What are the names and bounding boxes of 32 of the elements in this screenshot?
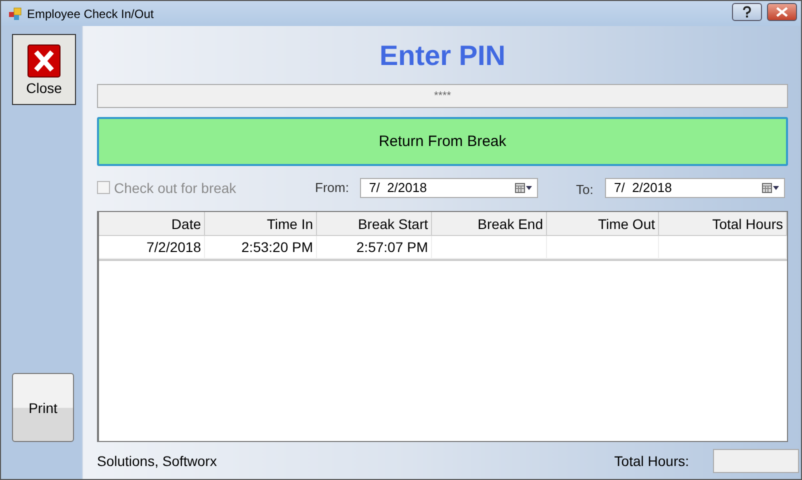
column-header[interactable]: Time Out — [547, 212, 659, 236]
return-from-break-button[interactable]: Return From Break — [97, 117, 788, 166]
checkbox-label: Check out for break — [114, 180, 236, 196]
close-window-button[interactable] — [767, 2, 797, 20]
from-label: From: — [315, 180, 350, 196]
calendar-icon — [515, 182, 533, 193]
column-header[interactable]: Total Hours — [659, 212, 787, 236]
column-header[interactable]: Break Start — [317, 212, 432, 236]
to-label: To: — [576, 182, 594, 198]
date-value: 7/ 2/2018 — [614, 180, 672, 196]
date-value: 7/ 2/2018 — [369, 180, 427, 196]
to-date-picker[interactable]: 7/ 2/2018 — [605, 178, 785, 198]
app-icon — [8, 6, 22, 20]
table-cell: 2:53:20 PM — [205, 236, 317, 259]
close-icon — [27, 44, 61, 78]
help-button[interactable] — [732, 2, 762, 20]
heading: Enter PIN — [379, 39, 506, 73]
calendar-icon — [762, 182, 780, 193]
column-header[interactable]: Time In — [205, 212, 317, 236]
column-header[interactable]: Break End — [432, 212, 547, 236]
from-date-picker[interactable]: 7/ 2/2018 — [360, 178, 538, 198]
company-name: Solutions, Softworx — [97, 452, 217, 469]
total-hours-label: Total Hours: — [614, 452, 689, 469]
table-cell: 7/2/2018 — [99, 236, 205, 259]
window-title: Employee Check In/Out — [27, 6, 154, 20]
column-header[interactable]: Date — [99, 212, 205, 236]
help-icon — [742, 6, 752, 18]
close-button[interactable]: Close — [12, 34, 76, 105]
print-button[interactable]: Print — [12, 373, 74, 442]
close-icon — [776, 6, 788, 16]
pin-field[interactable]: **** — [97, 84, 788, 108]
table-cell: 2:57:07 PM — [317, 236, 432, 259]
